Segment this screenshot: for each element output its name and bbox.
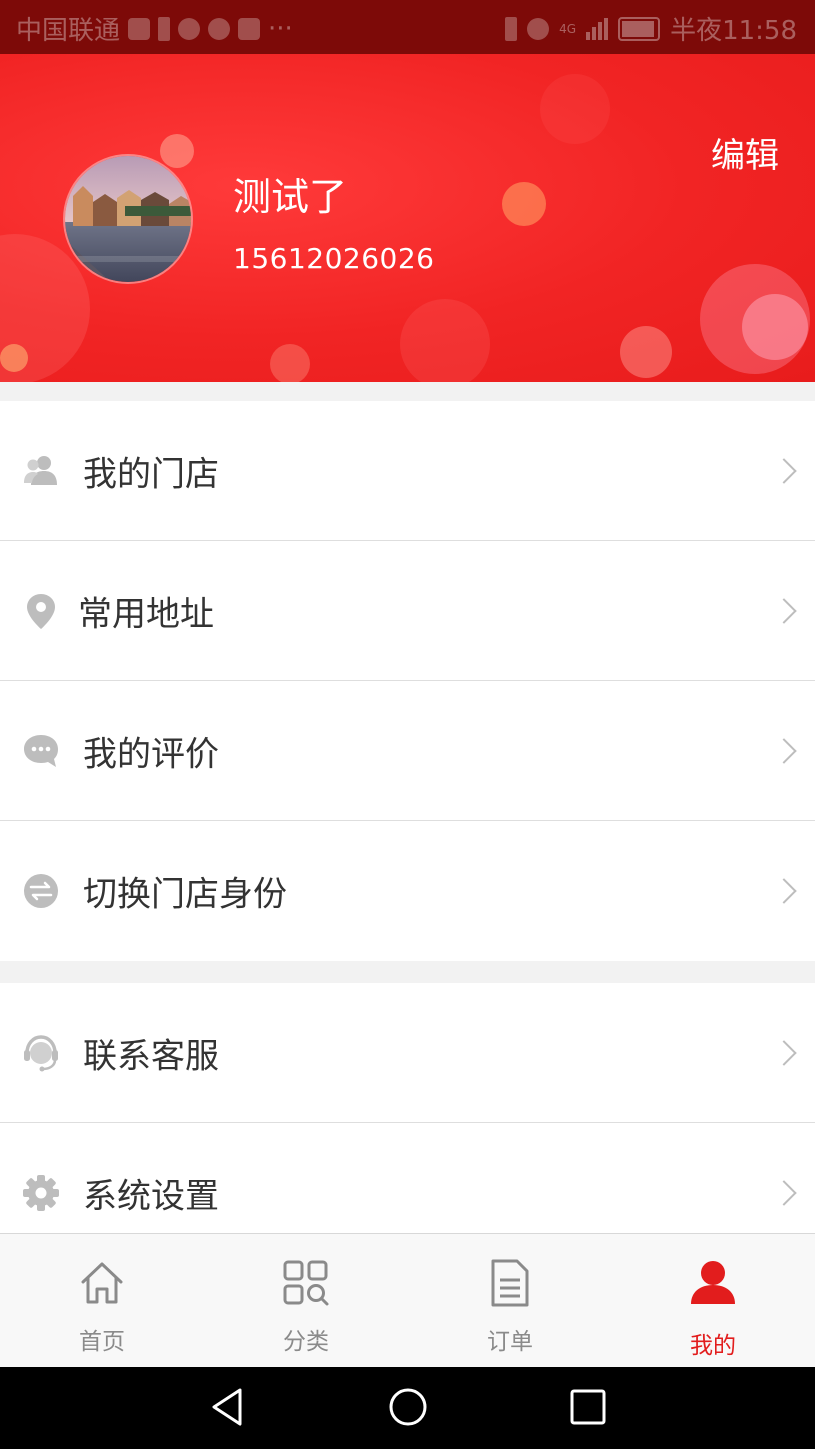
edit-button[interactable]: 编辑 [711, 128, 779, 177]
menu-item-label: 切换门店身份 [83, 874, 287, 915]
vibrate-icon [505, 16, 518, 41]
battery-icon [618, 16, 661, 41]
chevron-right-icon [771, 878, 797, 904]
menu-item-my-reviews[interactable]: 我的评价 [0, 681, 815, 821]
network-type: 4G [559, 21, 577, 36]
signal-icon [586, 17, 609, 40]
tab-home[interactable]: 首页 [0, 1234, 204, 1368]
order-document-icon [491, 1259, 529, 1307]
avatar[interactable] [63, 154, 193, 284]
user-icon [691, 1261, 735, 1304]
tab-label: 订单 [487, 1329, 533, 1355]
menu-item-label: 系统设置 [83, 1176, 219, 1217]
user-name: 测试了 [233, 175, 348, 219]
menu-item-system-settings[interactable]: 系统设置 [0, 1123, 815, 1233]
home-circle-icon[interactable] [386, 1385, 430, 1429]
menu-item-label: 联系客服 [83, 1036, 219, 1076]
chevron-right-icon [771, 597, 797, 624]
more-notifications: ··· [268, 13, 293, 44]
tab-label: 分类 [283, 1329, 329, 1355]
wechat-icon [208, 17, 231, 40]
battery-alert-icon [158, 16, 171, 41]
chevron-right-icon [771, 457, 797, 484]
back-icon[interactable] [206, 1385, 250, 1429]
gear-icon [23, 1175, 59, 1211]
tab-mine[interactable]: 我的 [611, 1234, 815, 1368]
notification-icon [128, 17, 151, 40]
system-nav-bar [0, 1367, 815, 1449]
app-notification-icon [178, 17, 201, 40]
profile-header: 测试了 15612026026 编辑 [0, 54, 815, 382]
menu-group-account: 我的门店 常用地址 我的评价 切换门店身份 [0, 401, 815, 961]
tab-category[interactable]: 分类 [204, 1234, 408, 1368]
people-icon [24, 455, 57, 485]
chevron-right-icon [771, 1039, 797, 1066]
menu-item-my-store[interactable]: 我的门店 [0, 401, 815, 541]
customer-service-icon [24, 1034, 58, 1071]
menu-item-label: 我的门店 [83, 454, 219, 494]
recent-apps-icon[interactable] [566, 1385, 610, 1429]
chat-bubble-icon [24, 734, 58, 767]
tab-orders[interactable]: 订单 [408, 1234, 612, 1368]
category-grid-icon [283, 1260, 329, 1306]
menu-item-switch-store-identity[interactable]: 切换门店身份 [0, 821, 815, 961]
status-time: 半夜11:58 [670, 16, 797, 46]
carrier-name: 中国联通 [16, 16, 121, 46]
chevron-right-icon [771, 1180, 797, 1206]
menu-item-contact-service[interactable]: 联系客服 [0, 983, 815, 1123]
user-phone: 15612026026 [233, 242, 435, 275]
tab-label: 我的 [690, 1333, 736, 1359]
menu-item-common-address[interactable]: 常用地址 [0, 541, 815, 681]
home-icon [81, 1262, 123, 1304]
menu-item-label: 常用地址 [78, 594, 214, 634]
menu-group-support: 联系客服 系统设置 [0, 983, 815, 1233]
bottom-tab-bar: 首页 分类 订单 我的 [0, 1233, 815, 1367]
status-bar: 中国联通 ··· 4G 半夜11:58 [0, 0, 815, 54]
wifi-icon [527, 17, 550, 40]
menu-item-label: 我的评价 [83, 734, 219, 774]
switch-icon [24, 874, 58, 908]
app-notification-icon [238, 17, 261, 40]
avatar-photo [65, 156, 191, 282]
tab-label: 首页 [79, 1329, 125, 1355]
chevron-right-icon [771, 737, 797, 764]
location-pin-icon [27, 593, 55, 629]
